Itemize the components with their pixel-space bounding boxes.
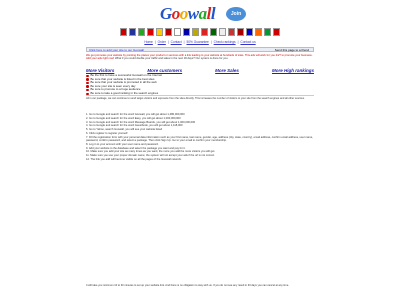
flag-icon[interactable] — [219, 28, 226, 36]
flag-icon[interactable] — [264, 28, 271, 36]
column-more-rankings[interactable]: More High rankings — [272, 68, 314, 73]
nav-link[interactable]: Home — [144, 40, 153, 44]
flag-icon[interactable] — [138, 28, 145, 36]
logo-letter-l2: l — [210, 4, 216, 23]
action-bar: Click here to add your site to our Goowa… — [86, 47, 314, 52]
top-navigation: Home | Order | Contact | 50% Guarantee | Check r… — [144, 40, 256, 44]
language-flags — [120, 28, 280, 36]
step-item: 6. Click register to register yourself — [86, 131, 128, 135]
logo-text: Goowall — [160, 4, 216, 24]
bullet-icon — [86, 78, 89, 81]
bullet-icon — [86, 81, 89, 85]
logo[interactable]: Goowall Join Free — [160, 4, 246, 31]
flag-icon[interactable] — [273, 28, 280, 36]
send-to-friend-link[interactable]: Send this page to a friend — [275, 48, 309, 52]
intro-black-text: What if you could double your traffic an… — [115, 57, 229, 61]
logo-letter-o1: o — [171, 4, 181, 23]
nav-link[interactable]: Order — [158, 40, 166, 44]
benefit-list: Be the first to have a successful Goowal… — [86, 73, 314, 96]
flag-icon[interactable] — [183, 28, 190, 36]
nav-link[interactable]: 50% Guarantee — [186, 40, 208, 44]
step-item: 2. Go to Google and search for the word … — [86, 116, 181, 120]
flag-icon[interactable] — [192, 28, 199, 36]
step-item: 11. Make sure you use your proper domain… — [86, 154, 215, 158]
flag-icon[interactable] — [237, 28, 244, 36]
nav-link[interactable]: Check rankings — [214, 40, 236, 44]
logo-letter-a: a — [198, 4, 208, 23]
flag-icon[interactable] — [165, 28, 172, 36]
flag-icon[interactable] — [255, 28, 262, 36]
description-text: All in our package, we can continue to s… — [86, 97, 305, 100]
step-item: 12. The link you add will become visible… — [86, 157, 182, 161]
step-item: 5. Go to Yahoo, search Goowall, you will… — [86, 128, 163, 132]
intro-text: We get promotes your website by pointing… — [86, 54, 314, 61]
flag-icon[interactable] — [210, 28, 217, 36]
flag-icon[interactable] — [120, 28, 127, 36]
footer-text: It will take you minimum 10 to 30 minute… — [86, 284, 289, 287]
step-item: 7. Fill the registration form with your … — [86, 135, 313, 142]
flag-icon[interactable] — [246, 28, 253, 36]
join-badge[interactable]: Join Free — [226, 7, 246, 31]
step-item: 8. Log in to your account with your user… — [86, 142, 159, 146]
nav-link[interactable]: Contact us — [240, 40, 255, 44]
logo-letter-w: w — [187, 4, 199, 23]
column-more-sales[interactable]: More Sales — [215, 68, 239, 73]
logo-letter-g: G — [160, 4, 172, 23]
step-item: 1. Go to Google and search for the word … — [86, 113, 185, 116]
logo-letter-o2: o — [179, 4, 189, 23]
bullet-icon — [86, 85, 89, 88]
flag-icon[interactable] — [174, 28, 181, 36]
flag-icon[interactable] — [228, 28, 235, 36]
nav-link[interactable]: Contact — [171, 40, 182, 44]
flag-icon[interactable] — [201, 28, 208, 36]
flag-icon[interactable] — [156, 28, 163, 36]
flag-icon[interactable] — [129, 28, 136, 36]
steps-list: 1. Go to Google and search for the word … — [86, 113, 314, 162]
bullet-icon — [86, 74, 89, 78]
flag-icon[interactable] — [147, 28, 154, 36]
add-site-link[interactable]: Click here to add your site to our Goowa… — [89, 48, 144, 52]
divider — [86, 95, 314, 96]
